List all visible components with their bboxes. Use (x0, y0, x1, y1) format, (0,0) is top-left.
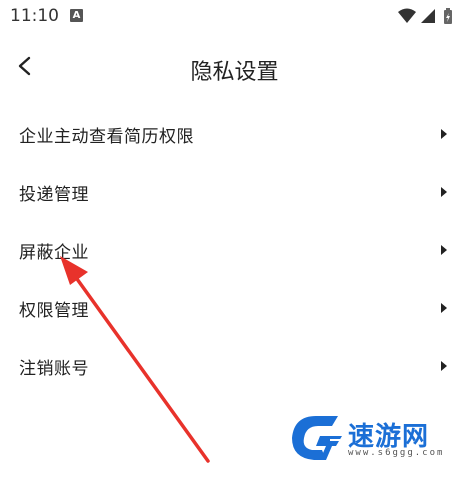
menu-item-label: 权限管理 (19, 301, 89, 321)
menu-item-delete-account[interactable]: 注销账号 (0, 338, 469, 396)
menu-item-label: 投递管理 (19, 185, 89, 205)
wifi-icon (398, 8, 416, 23)
watermark-logo-icon (292, 416, 342, 460)
watermark: 速游网 www.s6ggg.com (286, 410, 456, 466)
menu-item-label: 屏蔽企业 (19, 243, 89, 263)
status-time: 11:10 (10, 6, 59, 26)
system-icons (397, 6, 459, 26)
chevron-right-icon (441, 129, 447, 139)
menu-item-block-companies[interactable]: 屏蔽企业 (0, 222, 469, 280)
battery-icon (444, 8, 452, 24)
menu-item-label: 注销账号 (19, 359, 89, 379)
menu-item-label: 企业主动查看简历权限 (19, 127, 194, 147)
status-bar: 11:10 A (0, 0, 469, 34)
top-app-bar: 隐私设置 (0, 48, 469, 88)
chevron-right-icon (441, 303, 447, 313)
chevron-right-icon (441, 187, 447, 197)
menu-item-resume-view-permission[interactable]: 企业主动查看简历权限 (0, 106, 469, 164)
menu-item-delivery-management[interactable]: 投递管理 (0, 164, 469, 222)
chevron-right-icon (441, 245, 447, 255)
chevron-right-icon (441, 361, 447, 371)
privacy-settings-list: 企业主动查看简历权限 投递管理 屏蔽企业 权限管理 注销账号 (0, 106, 469, 396)
watermark-url: www.s6ggg.com (348, 448, 445, 458)
menu-item-permission-management[interactable]: 权限管理 (0, 280, 469, 338)
page-title: 隐私设置 (190, 60, 279, 85)
notification-a-icon: A (70, 9, 83, 22)
signal-icon (421, 9, 435, 23)
